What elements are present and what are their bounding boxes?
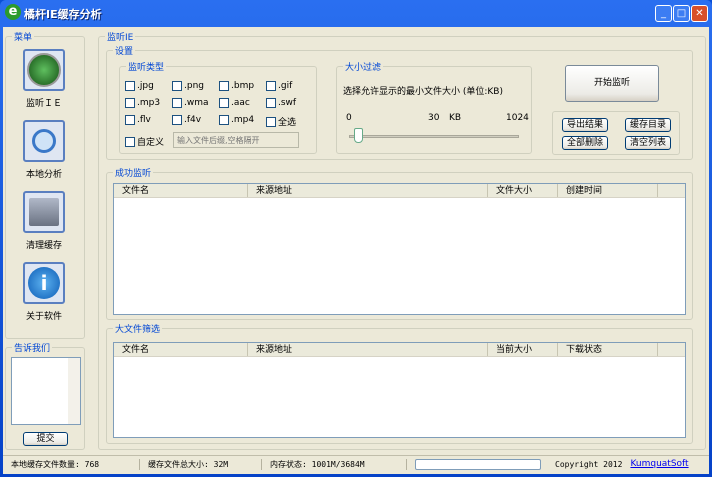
type-label: .wma	[184, 98, 209, 108]
big-file-list[interactable]: 文件名 来源地址 当前大小 下载状态	[113, 342, 686, 438]
custom-checkbox[interactable]: 自定义	[125, 135, 164, 148]
feedback-legend: 告诉我们	[12, 341, 53, 354]
big-file-legend: 大文件筛选	[113, 322, 163, 335]
size-filter-group: 大小过滤	[336, 60, 532, 154]
type-checkbox[interactable]: .gif	[266, 81, 292, 91]
size-legend: 大小过滤	[343, 60, 384, 73]
window-title: 橘杆IE缓存分析	[24, 8, 102, 21]
kumquatsoft-link[interactable]: KumquatSoft	[630, 459, 688, 469]
size-value: 30	[428, 113, 440, 123]
col-header[interactable]: 来源地址	[248, 184, 488, 197]
col-header[interactable]: 当前大小	[488, 343, 558, 356]
app-logo-icon: e	[5, 4, 21, 20]
menu-label-clean: 清理缓存	[25, 241, 62, 251]
type-checkbox[interactable]: .flv	[125, 115, 151, 125]
status-bar: 本地缓存文件数量: 768 缓存文件总大小: 32M 内存状态: 1001M/3…	[3, 455, 709, 472]
success-list[interactable]: 文件名 来源地址 文件大小 创建时间	[113, 183, 686, 315]
settings-legend: 设置	[113, 44, 136, 57]
type-checkbox[interactable]: .f4v	[172, 115, 201, 125]
size-min: 0	[346, 113, 352, 123]
radar-icon	[27, 53, 61, 87]
col-header[interactable]: 文件大小	[488, 184, 558, 197]
local-analysis-button[interactable]	[23, 120, 65, 162]
type-label: .swf	[278, 98, 297, 108]
size-slider-thumb[interactable]	[353, 128, 363, 143]
menu-legend: 菜单	[12, 30, 35, 43]
type-checkbox[interactable]: .jpg	[125, 81, 154, 91]
type-checkbox[interactable]: 全选	[266, 115, 296, 128]
type-label: .aac	[231, 98, 250, 108]
type-label: 全选	[278, 118, 297, 128]
col-header[interactable]: 文件名	[114, 343, 248, 356]
maximize-button[interactable]: □	[673, 5, 690, 22]
minimize-button[interactable]: _	[655, 5, 672, 22]
type-label: .mp4	[231, 115, 255, 125]
clear-list-button[interactable]: 清空列表	[625, 136, 671, 150]
clean-cache-button[interactable]	[23, 191, 65, 233]
size-unit: KB	[449, 113, 462, 123]
type-label: .png	[184, 81, 204, 91]
success-legend: 成功监听	[113, 166, 154, 179]
magnifier-icon	[32, 129, 56, 153]
type-checkbox[interactable]: .bmp	[219, 81, 254, 91]
type-checkbox[interactable]: .wma	[172, 98, 209, 108]
size-max: 1024	[506, 113, 529, 123]
type-label: .bmp	[231, 81, 255, 91]
feedback-scrollbar[interactable]	[68, 358, 80, 424]
status-memory: 内存状态: 1001M/3684M	[262, 458, 407, 470]
size-slider[interactable]	[349, 135, 519, 138]
cache-directory-button[interactable]: 缓存目录	[625, 118, 671, 132]
menu-label-local: 本地分析	[25, 170, 62, 180]
about-button[interactable]: i	[23, 262, 65, 304]
type-label: .flv	[137, 115, 151, 125]
status-file-count: 本地缓存文件数量: 768	[3, 458, 140, 470]
col-header[interactable]: 下载状态	[558, 343, 658, 356]
menu-label-about: 关于软件	[25, 312, 62, 322]
type-checkbox[interactable]: .mp3	[125, 98, 160, 108]
monitor-legend: 监听IE	[105, 30, 136, 43]
type-legend: 监听类型	[126, 60, 167, 73]
app-window: e 橘杆IE缓存分析 _ □ ✕ 菜单 监听ＩＥ 本地分析 清理缓存 i 关于软…	[0, 0, 712, 477]
status-total-size: 缓存文件总大小: 32M	[140, 458, 262, 470]
success-list-header: 文件名 来源地址 文件大小 创建时间	[114, 184, 685, 198]
monitor-ie-button[interactable]	[23, 49, 65, 91]
shredder-icon	[29, 198, 59, 226]
custom-label: 自定义	[137, 138, 165, 148]
client-area: 菜单 监听ＩＥ 本地分析 清理缓存 i 关于软件 告诉我们 提交 监听IE 设置…	[3, 27, 709, 474]
info-icon: i	[28, 267, 60, 299]
feedback-textarea[interactable]	[11, 357, 81, 425]
submit-button[interactable]: 提交	[23, 432, 68, 446]
copyright: Copyright 2012	[555, 459, 623, 469]
export-results-button[interactable]: 导出结果	[562, 118, 608, 132]
close-button[interactable]: ✕	[691, 5, 708, 22]
col-header[interactable]: 创建时间	[558, 184, 658, 197]
size-description: 选择允许显示的最小文件大小 (单位:KB)	[343, 87, 503, 97]
col-header[interactable]: 文件名	[114, 184, 248, 197]
type-checkbox[interactable]: .swf	[266, 98, 296, 108]
type-label: .mp3	[137, 98, 161, 108]
type-checkbox[interactable]: .aac	[219, 98, 250, 108]
delete-all-button[interactable]: 全部删除	[562, 136, 608, 150]
start-monitor-button[interactable]: 开始监听	[565, 65, 659, 102]
type-label: .gif	[278, 81, 293, 91]
custom-extension-input[interactable]	[173, 132, 299, 148]
big-file-list-header: 文件名 来源地址 当前大小 下载状态	[114, 343, 685, 357]
progress-bar	[415, 458, 541, 470]
col-header[interactable]: 来源地址	[248, 343, 488, 356]
menu-label-monitor: 监听ＩＥ	[25, 99, 62, 109]
type-label: .jpg	[137, 81, 154, 91]
type-checkbox[interactable]: .mp4	[219, 115, 254, 125]
type-label: .f4v	[184, 115, 202, 125]
type-checkbox[interactable]: .png	[172, 81, 204, 91]
